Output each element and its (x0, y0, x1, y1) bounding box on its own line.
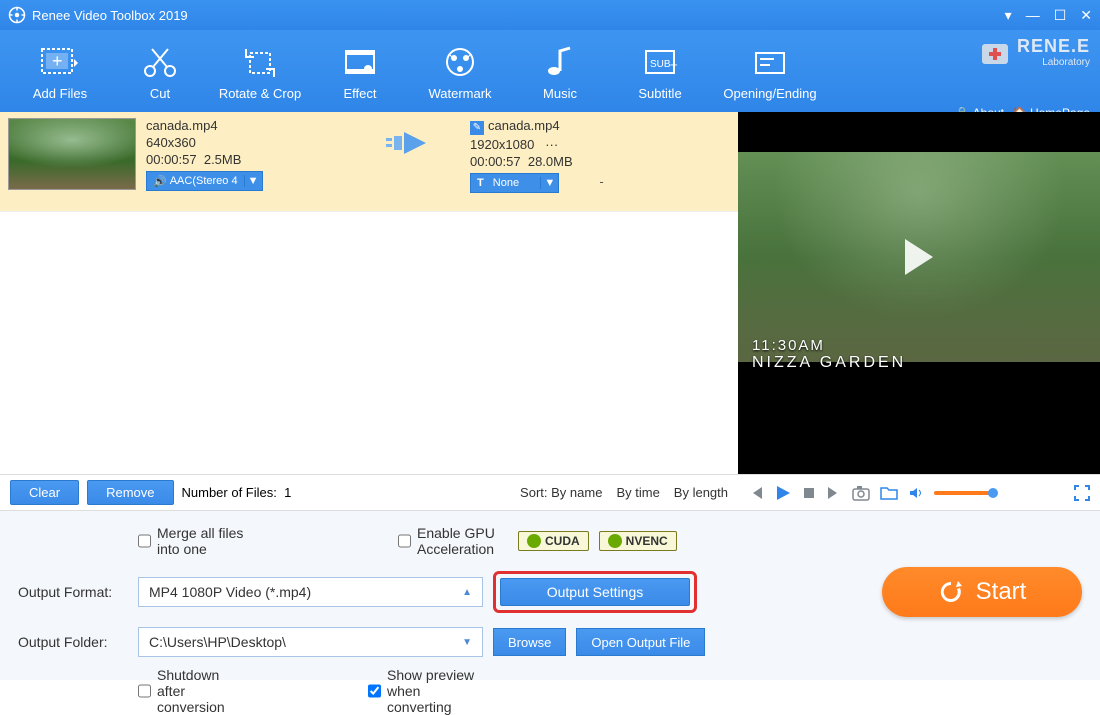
subtitle-icon: SUBT (640, 42, 680, 82)
sort-label: Sort: By name (520, 485, 602, 500)
output-format-label: Output Format: (18, 584, 128, 600)
src-filename: canada.mp4 (146, 118, 356, 133)
chevron-down-icon: ▼ (462, 637, 472, 648)
effect-icon (340, 42, 380, 82)
show-preview-checkbox[interactable]: Show preview when converting (368, 667, 478, 715)
title-bar: Renee Video Toolbox 2019 ▾ — ☐ ✕ (0, 0, 1100, 30)
nvidia-icon (608, 534, 622, 548)
sort-by-length[interactable]: By length (674, 485, 728, 500)
open-output-button[interactable]: Open Output File (576, 628, 705, 656)
cuda-badge: CUDA (518, 531, 589, 551)
volume-icon[interactable] (908, 485, 924, 501)
dst-duration-size: 00:00:57 28.0MB (470, 154, 680, 169)
clear-button[interactable]: Clear (10, 480, 79, 505)
remove-button[interactable]: Remove (87, 480, 173, 505)
maximize-icon[interactable]: ☐ (1054, 7, 1067, 24)
preview-caption: 11:30AM NIZZA GARDEN (752, 337, 906, 372)
chevron-up-icon: ▲ (462, 587, 472, 598)
svg-text:SUB: SUB (650, 59, 671, 70)
dropdown-icon[interactable]: ▾ (1005, 7, 1012, 24)
music-icon (540, 42, 580, 82)
tool-effect[interactable]: Effect (310, 30, 410, 112)
svg-text:T: T (670, 62, 678, 76)
sort-by-time[interactable]: By time (616, 485, 659, 500)
tool-rotate-crop[interactable]: Rotate & Crop (210, 30, 310, 112)
src-duration-size: 00:00:57 2.5MB (146, 152, 356, 167)
volume-slider[interactable] (934, 491, 994, 495)
refresh-icon (938, 579, 964, 605)
output-settings-button[interactable]: Output Settings (500, 578, 690, 606)
dst-resolution: 1920x1080 ··· (470, 137, 680, 152)
minimize-icon[interactable]: — (1026, 7, 1040, 24)
text-icon: T (477, 177, 484, 189)
brand-logo-icon (978, 36, 1012, 70)
output-folder-label: Output Folder: (18, 634, 128, 650)
list-footer: Clear Remove Number of Files: 1 Sort: By… (0, 474, 738, 510)
edit-icon: ✎ (470, 121, 484, 135)
watermark-icon (440, 42, 480, 82)
browse-button[interactable]: Browse (493, 628, 566, 656)
shutdown-checkbox[interactable]: Shutdown after conversion (138, 667, 248, 715)
main-toolbar: + Add Files Cut Rotate & Crop Effect Wat… (0, 30, 1100, 112)
gpu-checkbox[interactable]: Enable GPU Acceleration (398, 525, 508, 557)
rotate-crop-icon (240, 42, 280, 82)
file-list: canada.mp4 640x360 00:00:57 2.5MB 🔊AAC(S… (0, 112, 738, 474)
tool-opening-ending[interactable]: Opening/Ending (710, 30, 830, 112)
close-icon[interactable]: ✕ (1080, 7, 1092, 24)
subtitle-dropdown[interactable]: T None ▼ (470, 173, 559, 193)
svg-text:+: + (52, 51, 63, 71)
tool-cut[interactable]: Cut (110, 30, 210, 112)
dash-placeholder: - (599, 174, 603, 189)
tool-add-files[interactable]: + Add Files (10, 30, 110, 112)
arrow-icon (386, 128, 440, 158)
tool-music[interactable]: Music (510, 30, 610, 112)
output-folder-select[interactable]: C:\Users\HP\Desktop\▼ (138, 627, 483, 657)
preview-panel: 11:30AM NIZZA GARDEN (738, 112, 1100, 474)
speaker-icon: 🔊 (153, 175, 167, 188)
cut-icon (140, 42, 180, 82)
merge-checkbox[interactable]: Merge all files into one (138, 525, 248, 557)
file-thumbnail (8, 118, 136, 190)
start-button[interactable]: Start (882, 567, 1082, 617)
output-settings-highlight: Output Settings (493, 571, 697, 613)
file-count: Number of Files: 1 (182, 485, 292, 500)
preview-video[interactable] (738, 152, 1100, 362)
prev-icon[interactable] (748, 485, 764, 501)
fullscreen-icon[interactable] (1074, 485, 1090, 501)
player-controls (738, 474, 1100, 510)
nvenc-badge: NVENC (599, 531, 677, 551)
tool-watermark[interactable]: Watermark (410, 30, 510, 112)
folder-icon[interactable] (880, 485, 898, 501)
output-format-select[interactable]: MP4 1080P Video (*.mp4)▲ (138, 577, 483, 607)
tool-subtitle[interactable]: SUBT Subtitle (610, 30, 710, 112)
app-title: Renee Video Toolbox 2019 (32, 8, 188, 23)
stop-icon[interactable] (802, 486, 816, 500)
src-resolution: 640x360 (146, 135, 356, 150)
add-files-icon: + (38, 42, 82, 82)
camera-icon[interactable] (852, 485, 870, 501)
nvidia-icon (527, 534, 541, 548)
file-row[interactable]: canada.mp4 640x360 00:00:57 2.5MB 🔊AAC(S… (0, 112, 738, 212)
opening-ending-icon (750, 42, 790, 82)
next-icon[interactable] (826, 485, 842, 501)
play-icon[interactable] (774, 484, 792, 502)
brand-area: RENE.E Laboratory 🔒About 🏠HomePage (955, 36, 1090, 120)
audio-dropdown[interactable]: 🔊AAC(Stereo 4▼ (146, 171, 263, 191)
dst-filename: ✎canada.mp4 (470, 118, 680, 135)
app-logo-icon (8, 6, 26, 24)
options-panel: Merge all files into one Enable GPU Acce… (0, 510, 1100, 680)
